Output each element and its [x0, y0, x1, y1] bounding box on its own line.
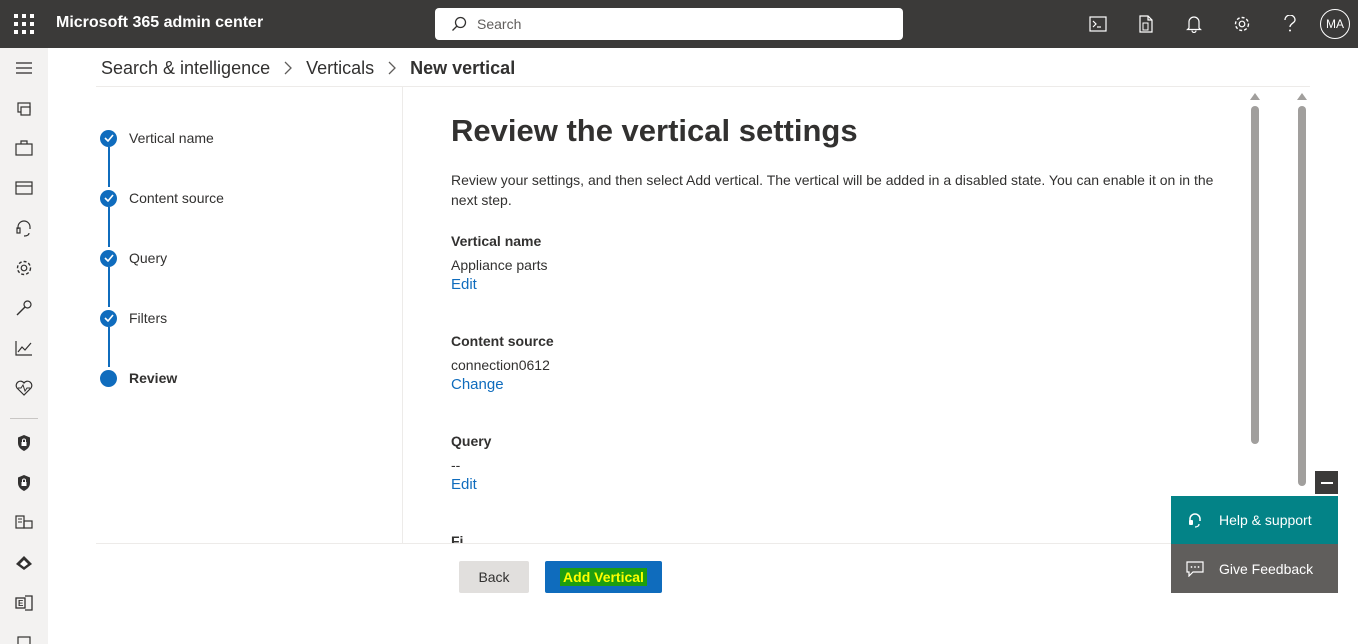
support-headset-icon[interactable]	[0, 208, 48, 248]
back-button[interactable]: Back	[459, 561, 529, 593]
settings-icon[interactable]	[0, 248, 48, 288]
help-support-label: Help & support	[1219, 512, 1312, 528]
section-vertical-name: Vertical name Appliance parts Edit	[451, 231, 548, 295]
scroll-up-arrow-icon[interactable]	[1297, 93, 1307, 100]
content-scrollbar[interactable]	[1248, 90, 1262, 540]
avatar[interactable]: MA	[1320, 9, 1350, 39]
wizard-stepper: Vertical name Content source Query Filte…	[96, 87, 403, 543]
top-bar: Microsoft 365 admin center MA	[0, 0, 1358, 48]
headset-icon	[1171, 512, 1219, 528]
scrollbar-thumb[interactable]	[1298, 106, 1306, 486]
step-content-source[interactable]: Content source	[100, 188, 224, 208]
section-filters: Fi	[451, 531, 463, 543]
checkmark-icon	[100, 129, 117, 147]
top-icons: MA	[1074, 0, 1358, 48]
add-vertical-label: Add Vertical	[560, 568, 647, 586]
briefcase-icon[interactable]	[0, 128, 48, 168]
section-value: --	[451, 457, 461, 473]
step-review[interactable]: Review	[100, 368, 177, 388]
review-panel: Review the vertical settings Review your…	[451, 110, 1241, 543]
breadcrumb-search-intelligence[interactable]: Search & intelligence	[101, 58, 270, 79]
step-connector	[108, 267, 110, 307]
step-connector	[108, 327, 110, 367]
give-feedback-button[interactable]: Give Feedback	[1171, 544, 1338, 593]
feedback-chat-icon	[1171, 560, 1219, 577]
step-label: Vertical name	[129, 130, 214, 146]
mobile-app-icon[interactable]	[1122, 0, 1170, 48]
more-icon[interactable]	[0, 623, 48, 644]
breadcrumb-verticals[interactable]: Verticals	[306, 58, 374, 79]
give-feedback-label: Give Feedback	[1219, 560, 1314, 577]
checkmark-icon	[100, 309, 117, 327]
setup-wrench-icon[interactable]	[0, 288, 48, 328]
health-heart-icon[interactable]	[0, 368, 48, 408]
chevron-right-icon	[388, 61, 397, 75]
minimize-panel-button[interactable]	[1315, 471, 1338, 494]
step-query[interactable]: Query	[100, 248, 167, 268]
left-nav: E	[0, 48, 48, 644]
checkmark-icon	[100, 189, 117, 207]
security-shield-icon[interactable]	[0, 423, 48, 463]
step-filters[interactable]: Filters	[100, 308, 167, 328]
waffle-icon[interactable]	[14, 14, 34, 34]
step-connector	[108, 147, 110, 187]
checkmark-icon	[100, 249, 117, 267]
section-title: Fi	[451, 533, 464, 543]
breadcrumb-current: New vertical	[410, 57, 516, 78]
exchange-icon[interactable]: E	[0, 583, 48, 623]
search-icon	[452, 16, 467, 31]
section-value: Appliance parts	[451, 257, 548, 273]
reports-chart-icon[interactable]	[0, 328, 48, 368]
billing-card-icon[interactable]	[0, 168, 48, 208]
nav-divider	[10, 418, 38, 419]
page-title: Review the vertical settings	[451, 113, 858, 148]
section-title: Query	[451, 433, 492, 449]
minus-icon	[1320, 481, 1333, 484]
page-description: Review your settings, and then select Ad…	[451, 172, 1214, 208]
footer-divider	[96, 543, 1310, 544]
add-vertical-button[interactable]: Add Vertical	[545, 561, 662, 593]
step-label: Review	[129, 370, 178, 386]
help-support-button[interactable]: Help & support	[1171, 496, 1338, 544]
app-title[interactable]: Microsoft 365 admin center	[56, 14, 263, 32]
gear-icon[interactable]	[1218, 0, 1266, 48]
search-box[interactable]	[435, 8, 903, 40]
change-content-source-link[interactable]: Change	[451, 375, 504, 395]
section-content-source: Content source connection0612 Change	[451, 331, 554, 395]
edit-query-link[interactable]: Edit	[451, 475, 477, 495]
chevron-right-icon	[284, 61, 293, 75]
azure-ad-icon[interactable]	[0, 543, 48, 583]
menu-icon[interactable]	[0, 48, 48, 88]
section-value: connection0612	[451, 357, 550, 373]
section-title: Content source	[451, 333, 554, 349]
step-vertical-name[interactable]: Vertical name	[100, 128, 214, 148]
edit-vertical-name-link[interactable]: Edit	[451, 275, 477, 295]
bell-icon[interactable]	[1170, 0, 1218, 48]
page-scrollbar[interactable]	[1295, 90, 1309, 500]
home-icon[interactable]	[0, 88, 48, 128]
help-icon[interactable]	[1266, 0, 1314, 48]
scroll-up-arrow-icon[interactable]	[1250, 93, 1260, 100]
step-label: Content source	[129, 190, 224, 206]
section-query: Query -- Edit	[451, 431, 491, 495]
scrollbar-thumb[interactable]	[1251, 106, 1259, 444]
section-title: Vertical name	[451, 233, 542, 249]
svg-text:E: E	[18, 599, 24, 608]
step-label: Query	[129, 250, 168, 266]
step-connector	[108, 207, 110, 247]
endpoint-manager-icon[interactable]	[0, 503, 48, 543]
current-step-dot-icon	[100, 369, 117, 387]
terminal-icon[interactable]	[1074, 0, 1122, 48]
step-label: Filters	[129, 310, 168, 326]
search-input[interactable]	[477, 16, 877, 32]
breadcrumb: Search & intelligence Verticals New vert…	[101, 56, 515, 80]
compliance-shield-icon[interactable]	[0, 463, 48, 503]
